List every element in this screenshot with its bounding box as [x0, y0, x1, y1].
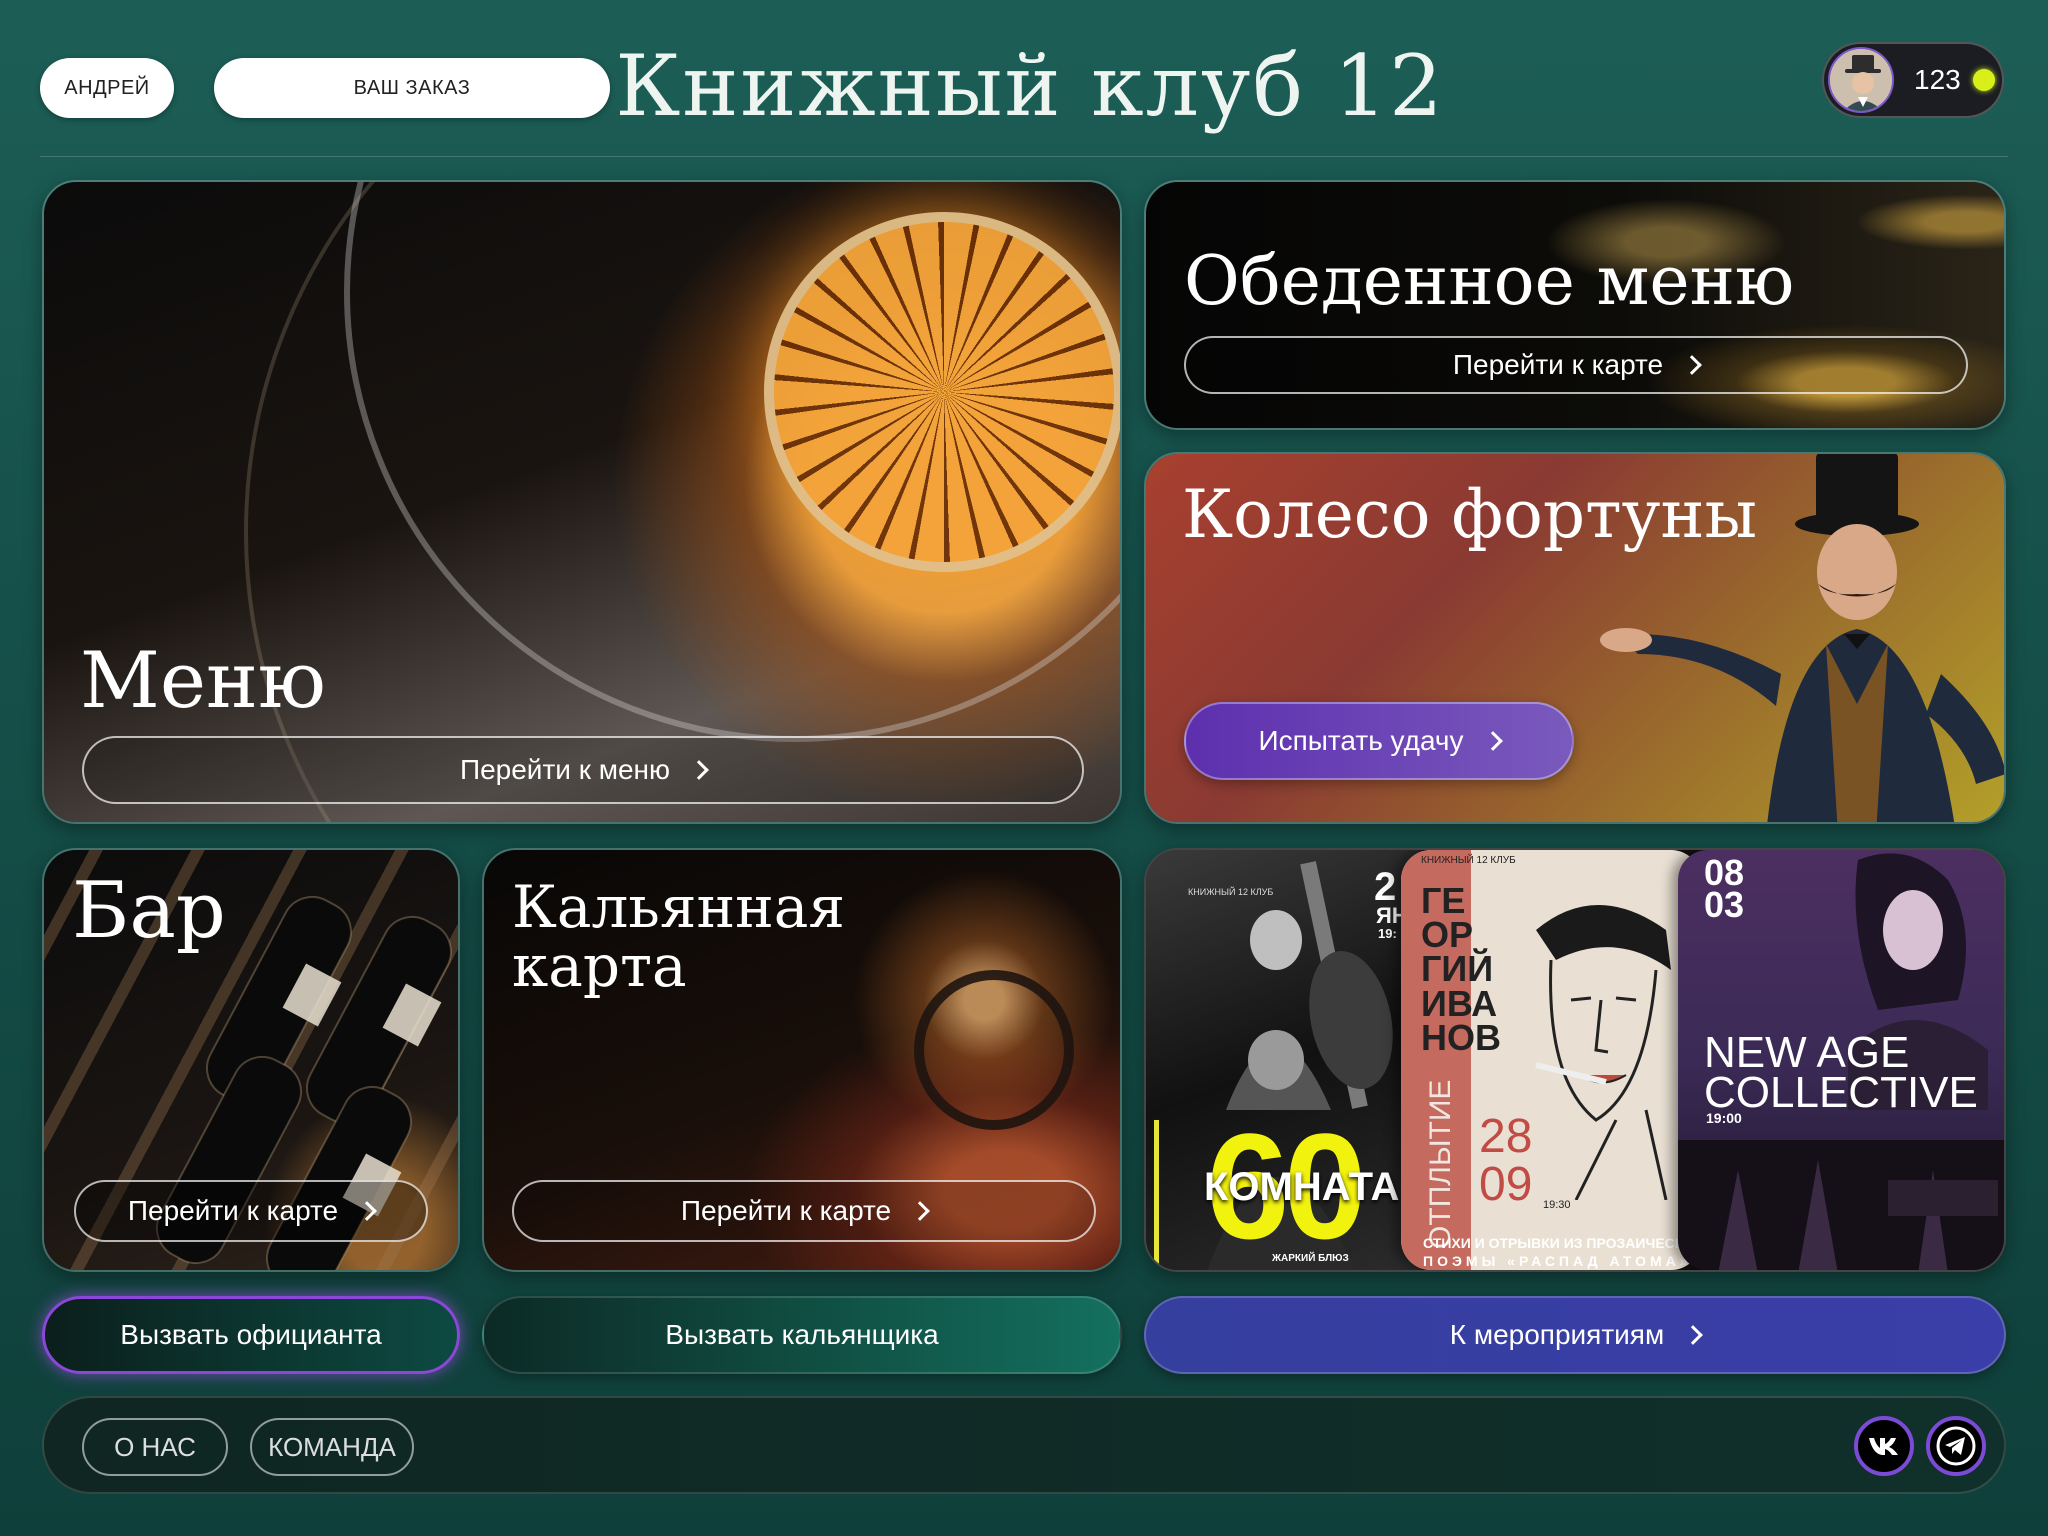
poster2-caption1: СТИХИ И ОТРЫВКИ ИЗ ПРОЗАИЧЕСК: [1423, 1235, 1684, 1251]
event-poster-new-age[interactable]: 08 03 NEW AGE COLLECTIVE 19:00: [1678, 850, 2004, 1270]
telegram-icon: [1936, 1426, 1976, 1466]
chevron-right-icon: [1683, 1325, 1704, 1345]
chevron-right-icon: [910, 1201, 931, 1221]
poster2-month: 09: [1479, 1158, 1533, 1211]
footer-bar: О НАС КОМАНДА: [42, 1396, 2006, 1494]
poster1-time: 19:: [1378, 926, 1397, 941]
try-luck-label: Испытать удачу: [1258, 725, 1464, 756]
hookah-open-label: Перейти к карте: [680, 1195, 892, 1226]
bar-card-title: Бар: [72, 866, 226, 956]
poster2-time: 19:30: [1543, 1199, 1571, 1211]
brand-title: Книжный клуб 12: [615, 37, 1445, 135]
call-waiter-label: Вызвать официанта: [120, 1319, 382, 1350]
hookah-open-button[interactable]: Перейти к карте: [512, 1180, 1096, 1242]
bar-open-button[interactable]: Перейти к карте: [74, 1180, 428, 1242]
menu-card-title: Меню: [80, 636, 326, 726]
poster2-day: 28: [1479, 1110, 1533, 1163]
avatar: [1828, 47, 1894, 113]
lunch-menu-card[interactable]: Обеденное меню Перейти к карте: [1144, 180, 2006, 430]
poster3-title-line2: COLLECTIVE: [1704, 1068, 1978, 1117]
user-name-button[interactable]: АНДРЕЙ: [40, 58, 174, 118]
telegram-button[interactable]: [1926, 1416, 1986, 1476]
menu-open-label: Перейти к меню: [459, 754, 671, 785]
lunch-card-title: Обеденное меню: [1184, 242, 1795, 321]
bar-open-label: Перейти к карте: [127, 1195, 339, 1226]
call-waiter-button[interactable]: Вызвать официанта: [42, 1296, 460, 1374]
call-hookah-master-button[interactable]: Вызвать кальянщика: [482, 1296, 1122, 1374]
dried-citrus-image: [764, 212, 1120, 572]
order-button[interactable]: ВАШ ЗАКАЗ: [214, 58, 610, 118]
chevron-right-icon: [1682, 355, 1703, 375]
user-profile-chip[interactable]: 123: [1822, 42, 2004, 118]
poster1-date: 2: [1374, 865, 1397, 909]
poster1-brand: КНИЖНЫЙ 12 КЛУБ: [1188, 887, 1274, 897]
hookah-card-title: Кальянная карта: [512, 873, 845, 1001]
vk-icon: [1869, 1438, 1898, 1455]
poster2-caption2: ПОЭМЫ «РАСПАД АТОМА»: [1423, 1253, 1692, 1269]
hookah-title-line2: карта: [512, 932, 687, 1001]
chevron-right-icon: [1482, 731, 1503, 751]
hookah-title-line1: Кальянная: [512, 873, 845, 941]
menu-card[interactable]: Меню Перейти к меню: [42, 180, 1122, 824]
team-label: КОМАНДА: [268, 1431, 396, 1462]
vk-button[interactable]: [1854, 1416, 1914, 1476]
header-divider: [40, 156, 2008, 157]
points-value: 123: [1914, 64, 1961, 95]
event-poster-ivanov[interactable]: КНИЖНЫЙ 12 КЛУБ ГЕ ОР ГИЙ ИВА НОВ ОТПЛЫТ…: [1401, 850, 1701, 1270]
lunch-open-label: Перейти к карте: [1452, 349, 1664, 380]
poster1-headline: КОМНАТА: [1204, 1165, 1400, 1209]
lunch-open-button[interactable]: Перейти к карте: [1184, 336, 1968, 394]
online-status-dot: [1972, 69, 1995, 91]
team-button[interactable]: КОМАНДА: [250, 1418, 414, 1476]
about-button[interactable]: О НАС: [82, 1418, 228, 1476]
chevron-right-icon: [357, 1201, 378, 1221]
poster2-brand: КНИЖНЫЙ 12 КЛУБ: [1421, 855, 1516, 866]
try-luck-button[interactable]: Испытать удачу: [1184, 702, 1574, 780]
to-events-label: К мероприятиям: [1449, 1319, 1665, 1350]
hookah-card[interactable]: Кальянная карта Перейти к карте: [482, 848, 1122, 1272]
menu-open-button[interactable]: Перейти к меню: [82, 736, 1084, 804]
fortune-wheel-card[interactable]: Колесо фортуны Испытать удачу: [1144, 452, 2006, 824]
fortune-card-title: Колесо фортуны: [1182, 476, 1757, 553]
about-label: О НАС: [114, 1431, 196, 1462]
call-hookah-master-label: Вызвать кальянщика: [665, 1319, 939, 1350]
poster3-month: 03: [1704, 884, 1745, 925]
poster1-sub: ЖАРКИЙ БЛЮЗ: [1272, 1253, 1349, 1264]
events-carousel[interactable]: КНИЖНЫЙ 12 КЛУБ 2 ЯН 19: 60 КОМНАТА ЖАРК…: [1144, 848, 2006, 1272]
chevron-right-icon: [689, 760, 709, 780]
poster3-time: 19:00: [1706, 1110, 1742, 1126]
poster2-name: ГЕ ОР ГИЙ ИВА НОВ: [1421, 880, 1501, 1058]
bar-card[interactable]: Бар Перейти к карте: [42, 848, 460, 1272]
order-label: ВАШ ЗАКАЗ: [353, 76, 471, 99]
to-events-button[interactable]: К мероприятиям: [1144, 1296, 2006, 1374]
user-name-label: АНДРЕЙ: [64, 76, 150, 99]
